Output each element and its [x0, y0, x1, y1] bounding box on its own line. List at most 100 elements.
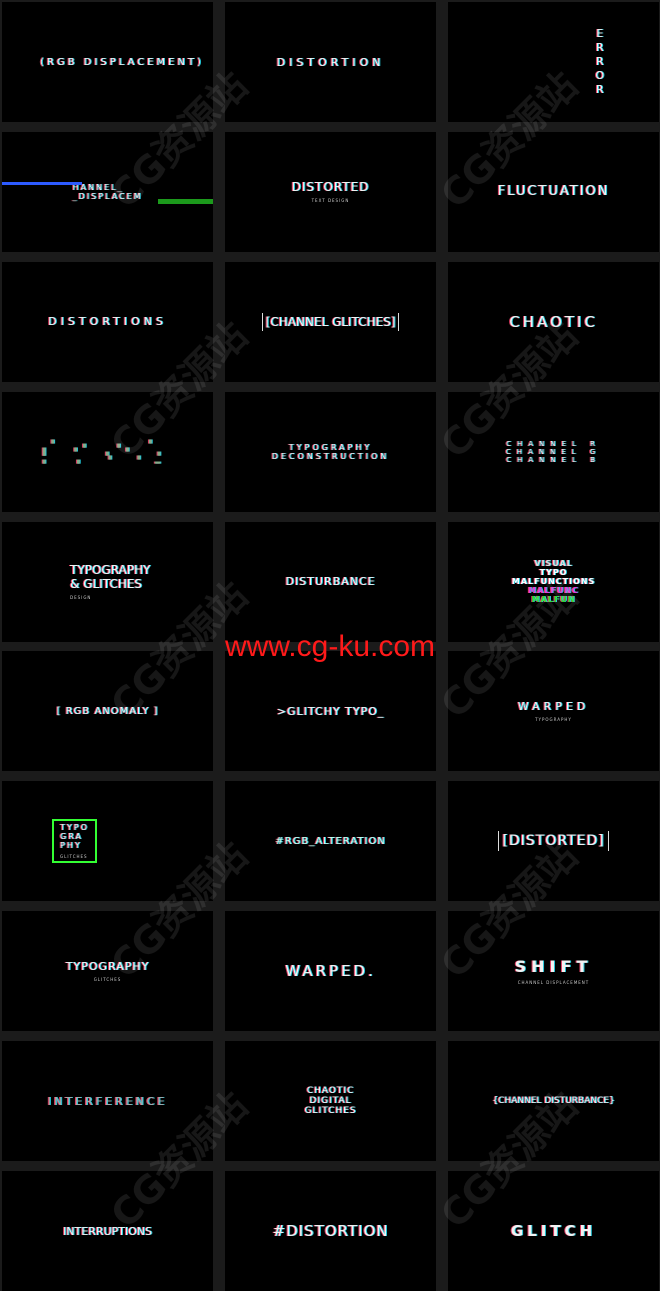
blue-glitch-bar — [2, 181, 82, 185]
title-thumbnail[interactable]: TYPOGRAPHY & GLITCHES DESIGN — [2, 521, 213, 642]
title-line: ▌ ▘ ▖▝ ▗ — [42, 447, 173, 456]
title-text-group: CHANNEL R CHANNEL G CHANNEL B — [506, 440, 601, 464]
title-thumbnail[interactable]: {CHANNEL DISTURBANCE} — [448, 1041, 659, 1162]
title-thumbnail[interactable]: FLUCTUATION — [448, 131, 659, 252]
title-thumbnail[interactable]: GLITCH — [448, 1171, 659, 1291]
title-text-group: GLITCH — [511, 1222, 596, 1240]
title-subtext: CHANNEL DISPLACEMENT — [517, 980, 590, 986]
title-line: MALFUNCTIONS — [511, 577, 596, 587]
title-line: FLUCTUATION — [497, 184, 610, 200]
title-line: TYPOGRAPHY — [65, 960, 150, 974]
title-thumbnail[interactable]: ▘ ▖ ▗ ▝ ▌ ▘ ▖▝ ▗ ▖ ▗ ▝ ▘▂ — [2, 391, 213, 512]
title-line: ▘ ▖ ▗ ▝ — [51, 439, 164, 448]
title-text-group: SHIFT CHANNEL DISPLACEMENT — [515, 957, 593, 985]
title-line: TYPOGRAPHY — [70, 563, 151, 578]
title-subtext: GLITCHES — [60, 854, 88, 860]
title-text-group: TYPOGRAPHY & GLITCHES DESIGN — [70, 563, 150, 600]
title-thumbnail[interactable]: [ RGB ANOMALY ] — [2, 651, 213, 772]
title-thumbnail[interactable]: WARPED TYPOGRAPHY — [448, 651, 659, 772]
title-thumbnail[interactable]: (RGB DISPLACEMENT) — [2, 2, 213, 122]
title-line: MALFUN — [531, 595, 576, 605]
title-line: CHANNEL G — [505, 447, 602, 456]
title-text-group: [ RGB ANOMALY ] — [57, 706, 159, 717]
title-line: TYPO — [539, 568, 568, 578]
title-text-group: CHAOTIC — [509, 313, 598, 331]
title-line: GLITCH — [510, 1222, 597, 1241]
title-line: CHAOTIC — [509, 312, 598, 331]
title-text-group: INTERFERENCE — [48, 1095, 168, 1108]
title-thumbnail[interactable]: CHANNEL R CHANNEL G CHANNEL B — [448, 391, 659, 512]
title-line: _DISPLACEM — [72, 191, 143, 201]
title-text-group: TYPOGRAPHY DECONSTRUCTION — [272, 443, 390, 461]
title-thumbnail[interactable]: #DISTORTION — [225, 1171, 436, 1291]
title-line: WARPED. — [285, 962, 376, 981]
title-text-group: WARPED. — [285, 962, 376, 980]
title-thumbnail[interactable]: [CHANNEL GLITCHES] — [225, 261, 436, 382]
title-line: SHIFT — [514, 957, 593, 977]
title-line: DISTORTIONS — [48, 315, 167, 329]
title-text-group: HANNEL_ _DISPLACEM — [73, 183, 143, 201]
title-thumbnail[interactable]: DISTORTION — [225, 2, 436, 122]
title-line: INTERRUPTIONS — [63, 1224, 152, 1238]
title-line: INTERFERENCE — [47, 1094, 168, 1108]
title-text-group: {CHANNEL DISTURBANCE} — [492, 1096, 614, 1106]
title-thumbnail[interactable]: HANNEL_ _DISPLACEM — [2, 131, 213, 252]
title-text-group: TYPOGRAPHY GLITCHES — [52, 819, 97, 864]
title-text-group: DISTORTION — [277, 56, 385, 69]
title-thumbnail[interactable]: >GLITCHY TYPO_ — [225, 651, 436, 772]
title-text-group: ERROR — [595, 27, 604, 97]
title-thumbnail[interactable]: ERROR — [448, 2, 659, 122]
title-text-group: VISUAL TYPO MALFUNCTIONS MALFUNC MALFUN — [512, 559, 595, 604]
title-line: [DISTORTED] — [502, 833, 605, 850]
title-thumbnail[interactable]: TYPOGRAPHY GLITCHES — [2, 781, 213, 902]
title-line: [CHANNEL GLITCHES] — [265, 314, 396, 329]
title-line: O — [595, 69, 604, 82]
title-thumbnail[interactable]: CHAOTIC — [448, 261, 659, 382]
title-text-group: INTERRUPTIONS — [63, 1225, 152, 1238]
title-thumbnail[interactable]: INTERRUPTIONS — [2, 1171, 213, 1291]
title-thumbnail[interactable]: VISUAL TYPO MALFUNCTIONS MALFUNC MALFUN — [448, 521, 659, 642]
title-thumbnail[interactable]: #RGB_ALTERATION — [225, 781, 436, 902]
title-text-group: #DISTORTION — [273, 1222, 389, 1240]
title-text-group: (RGB DISPLACEMENT) — [40, 57, 204, 68]
title-thumbnail[interactable]: DISTORTED TEXT DESIGN — [225, 131, 436, 252]
title-text-group: >GLITCHY TYPO_ — [277, 705, 385, 718]
title-text-group: [CHANNEL GLITCHES] — [261, 312, 400, 331]
title-line: VISUAL — [534, 559, 573, 569]
title-text-group: DISTORTIONS — [48, 315, 167, 328]
title-text-group: #RGB_ALTERATION — [275, 836, 385, 847]
title-thumbnail[interactable]: [DISTORTED] — [448, 781, 659, 902]
title-line: E — [596, 27, 604, 40]
title-line: CHANNEL R — [506, 439, 601, 448]
title-line: ▖ ▗ ▝ ▘▂ — [42, 455, 173, 464]
title-thumbnail[interactable]: INTERFERENCE — [2, 1041, 213, 1162]
title-thumbnail[interactable]: CHAOTIC DIGITAL GLITCHES — [225, 1041, 436, 1162]
title-subtext: TYPOGRAPHY — [535, 717, 572, 723]
title-text-group: ▘ ▖ ▗ ▝ ▌ ▘ ▖▝ ▗ ▖ ▗ ▝ ▘▂ — [43, 440, 173, 464]
title-line: DISTORTED — [291, 180, 370, 195]
title-text-group: DISTURBANCE — [285, 575, 375, 588]
title-line: DISTORTION — [276, 55, 385, 69]
title-thumbnail[interactable]: SHIFT CHANNEL DISPLACEMENT — [448, 911, 659, 1032]
title-line: GLITCHES — [304, 1106, 357, 1117]
title-subtext: TEXT DESIGN — [311, 198, 350, 204]
title-line: PHY — [60, 841, 82, 851]
title-text-group: DISTORTED TEXT DESIGN — [292, 180, 370, 203]
title-line: CHANNEL B — [506, 455, 601, 464]
title-line: >GLITCHY TYPO_ — [276, 704, 385, 718]
title-thumbnail[interactable]: DISTURBANCE — [225, 521, 436, 642]
title-thumbnail[interactable]: DISTORTIONS — [2, 261, 213, 382]
title-text-group: CHAOTIC DIGITAL GLITCHES — [304, 1086, 356, 1116]
title-thumbnail[interactable]: WARPED. — [225, 911, 436, 1032]
title-line: R — [595, 83, 604, 96]
title-subtext: GLITCHES — [93, 977, 122, 983]
title-text-group: WARPED TYPOGRAPHY — [518, 700, 590, 722]
title-line: TYPO — [60, 823, 89, 833]
title-thumbnail[interactable]: TYPOGRAPHY DECONSTRUCTION — [225, 391, 436, 512]
title-line: R — [595, 41, 604, 54]
title-thumbnail[interactable]: TYPOGRAPHY GLITCHES — [2, 911, 213, 1032]
title-text-group: FLUCTUATION — [498, 184, 610, 199]
title-line: MALFUNC — [528, 586, 579, 596]
title-text-group: TYPOGRAPHY GLITCHES — [66, 960, 150, 982]
title-line: DECONSTRUCTION — [271, 451, 390, 461]
